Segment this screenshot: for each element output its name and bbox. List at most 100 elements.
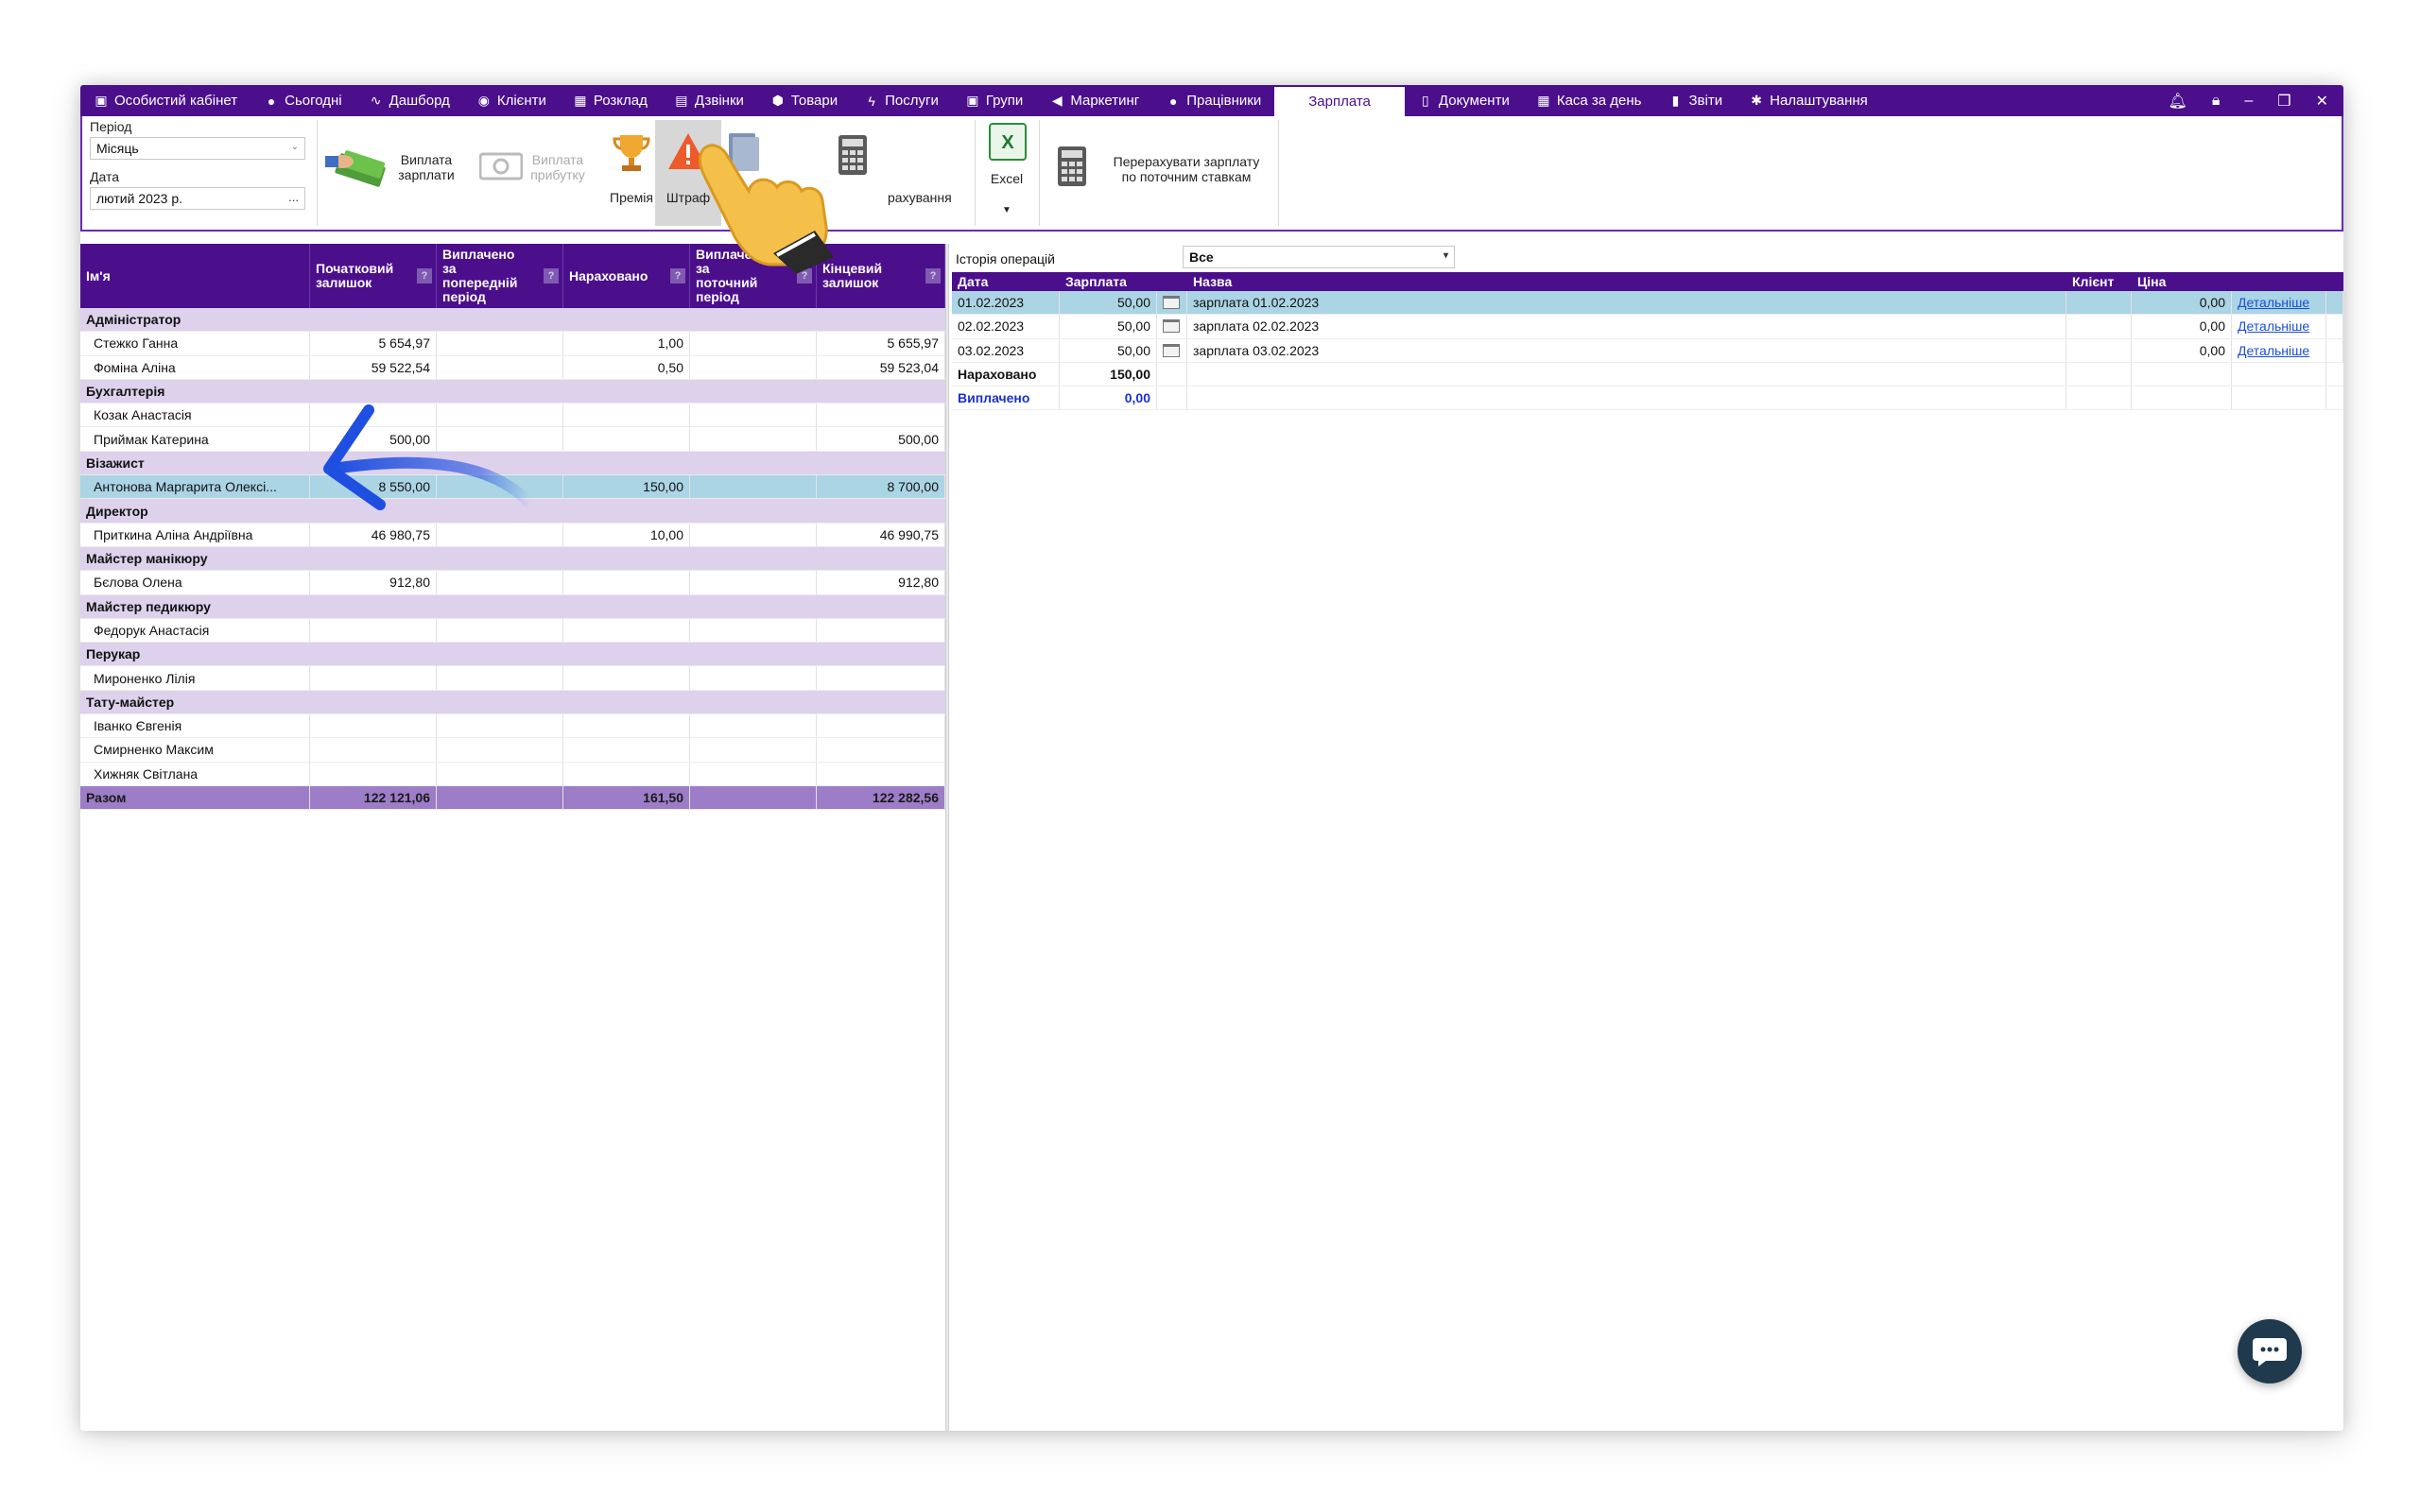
cell-name: Антонова Маргарита Олексі... [80, 475, 310, 499]
group-label: Майстер педикюру [86, 598, 211, 614]
chevron-down-icon: ⌄ [290, 142, 299, 152]
group-label: Майстер манікюру [86, 551, 208, 567]
help-icon[interactable]: ? [544, 268, 559, 284]
cell-client [2066, 338, 2132, 362]
menu-item-15[interactable]: ✱ Налаштування [1736, 85, 1881, 116]
table-row[interactable]: Стежко Ганна 5 654,97 1,00 5 655,97 [80, 332, 945, 356]
cell-paid-cur [690, 404, 817, 427]
table-row[interactable]: Бєлова Олена 912,80 912,80 [80, 571, 945, 595]
menu-item-10[interactable]: ● Працівники [1152, 85, 1274, 116]
history-filter-select[interactable]: Все ▾ [1183, 246, 1455, 268]
group-row[interactable]: Майстер манікюру [80, 546, 945, 572]
table-row[interactable]: Мироненко Лілія [80, 666, 945, 691]
menu-item-label: Звіти [1688, 93, 1723, 109]
menu-item-13[interactable]: ▦ Каса за день [1523, 85, 1655, 116]
calendar-icon[interactable] [1163, 296, 1180, 310]
table-row[interactable]: Федорук Анастасія [80, 618, 945, 644]
menu-item-14[interactable]: ▮ Звіти [1655, 85, 1737, 116]
phone-icon: ▤ [675, 93, 688, 108]
group-row[interactable]: Тату-майстер [80, 690, 945, 715]
pay-salary-label: Виплата зарплати [398, 152, 455, 182]
cell-name: Фоміна Аліна [80, 355, 310, 379]
history-row[interactable]: 02.02.2023 50,00 зарплата 02.02.2023 0,00 Де… [952, 315, 2343, 339]
details-link[interactable]: Детальніше [2238, 318, 2309, 334]
period-value: Місяць [96, 141, 139, 156]
history-paid-row: Виплачено 0,00 [952, 387, 2343, 411]
help-icon[interactable]: ? [925, 268, 941, 284]
menu-item-6[interactable]: ⬢ Товари [757, 85, 851, 116]
header-date[interactable]: Дата [952, 272, 1060, 291]
help-icon[interactable]: ? [417, 268, 432, 284]
menu-item-2[interactable]: ∿ Дашборд [355, 85, 463, 116]
cell-spacer [2326, 291, 2343, 315]
menu-item-1[interactable]: ● Сьогодні [251, 85, 355, 116]
cell-name: Бєлова Олена [80, 571, 310, 594]
group-row[interactable]: Адміністратор [80, 308, 945, 333]
history-row[interactable]: 01.02.2023 50,00 зарплата 01.02.2023 0,00 Де… [952, 291, 2343, 316]
table-row[interactable]: Приткина Аліна Андріївна 46 980,75 10,00 46… [80, 523, 945, 547]
cell-date: 01.02.2023 [952, 291, 1060, 315]
table-row[interactable]: Смирненко Максим [80, 738, 945, 763]
menu-item-0[interactable]: ▣ Особистий кабінет [80, 85, 251, 116]
history-row[interactable]: 03.02.2023 50,00 зарплата 03.02.2023 0,00 Де… [952, 338, 2343, 363]
cell-calendar [1157, 291, 1187, 315]
menu-item-11[interactable]: Зарплата [1274, 87, 1405, 116]
history-paid-value: 0,00 [1060, 387, 1157, 410]
menu-item-8[interactable]: ▣ Групи [952, 85, 1036, 116]
table-row[interactable]: Хижняк Світлана [80, 762, 945, 786]
panel-splitter[interactable] [945, 244, 949, 1431]
table-row[interactable]: Іванко Євгенія [80, 714, 945, 739]
calendar-icon[interactable] [1163, 319, 1180, 334]
chat-support-button[interactable] [2238, 1319, 2302, 1383]
excel-dropdown-icon[interactable]: ▼ [978, 203, 1035, 218]
lock-icon[interactable]: 🔒︎ [2212, 93, 2221, 110]
restore-icon[interactable]: ❐ [2277, 92, 2290, 111]
date-field[interactable]: лютий 2023 р. ... [90, 187, 305, 210]
cell-name: Мироненко Лілія [80, 666, 310, 690]
details-link[interactable]: Детальніше [2238, 343, 2309, 358]
menu-item-label: Особистий кабінет [114, 93, 238, 109]
cell-title: зарплата 03.02.2023 [1187, 338, 2066, 362]
header-start-label: Початковий залишок [316, 261, 394, 290]
pay-profit-button[interactable]: Виплата прибутку [479, 124, 602, 218]
menu-item-3[interactable]: ◉ Клієнти [463, 85, 560, 116]
header-paid-prev-label: Виплачено за попередній період [442, 247, 518, 304]
recalculate-salary-button[interactable]: Перерахувати зарплату по поточним ставка… [1048, 124, 1275, 218]
menu-item-5[interactable]: ▤ Дзвінки [661, 85, 757, 116]
cell-paid-prev [437, 714, 563, 738]
header-name[interactable]: Ім'я [80, 244, 310, 308]
menu-item-4[interactable]: ▦ Розклад [560, 85, 661, 116]
calendar-icon[interactable] [1163, 343, 1180, 357]
history-accrued-label: Нараховано [952, 362, 1060, 387]
header-price[interactable]: Ціна [2132, 272, 2232, 291]
header-accrued[interactable]: Нараховано? [563, 244, 690, 308]
header-start-balance[interactable]: Початковий залишок? [310, 244, 437, 308]
group-row[interactable]: Перукар [80, 643, 945, 667]
cell-accrued: 150,00 [563, 475, 690, 499]
cell-start: 59 522,54 [310, 355, 437, 379]
pay-salary-button[interactable]: Виплата зарплати [323, 124, 456, 218]
recalculate-label: Перерахувати зарплату по поточним ставка… [1113, 154, 1260, 184]
menu-item-7[interactable]: ϟ Послуги [851, 85, 952, 116]
header-paid-previous[interactable]: Виплачено за попередній період? [437, 244, 563, 308]
table-row[interactable]: Фоміна Аліна 59 522,54 0,50 59 523,04 [80, 355, 945, 380]
period-select[interactable]: Місяць ⌄ [90, 137, 305, 160]
excel-export-button[interactable]: X Excel ▼ [978, 120, 1035, 226]
header-client[interactable]: Клієнт [2066, 272, 2132, 291]
cell-end [817, 618, 945, 643]
group-row[interactable]: Майстер педикюру [80, 594, 945, 619]
close-icon[interactable]: ✕ [2316, 92, 2328, 111]
cell-paid-cur [690, 762, 817, 785]
group-label: Адміністратор [86, 312, 182, 328]
details-link[interactable]: Детальніше [2238, 295, 2309, 310]
menu-item-12[interactable]: ▯ Документи [1405, 85, 1523, 116]
minimize-icon[interactable]: – [2244, 93, 2253, 110]
cell-paid-prev [437, 738, 563, 762]
date-label: Дата [90, 169, 120, 184]
date-picker-button[interactable]: ... [288, 190, 299, 204]
header-salary[interactable]: Зарплата [1060, 272, 1157, 291]
bell-icon[interactable]: 🔔︎ [2169, 92, 2187, 111]
menu-item-9[interactable]: ◀ Маркетинг [1036, 85, 1152, 116]
header-title[interactable]: Назва [1187, 272, 2066, 291]
cell-end [817, 762, 945, 785]
